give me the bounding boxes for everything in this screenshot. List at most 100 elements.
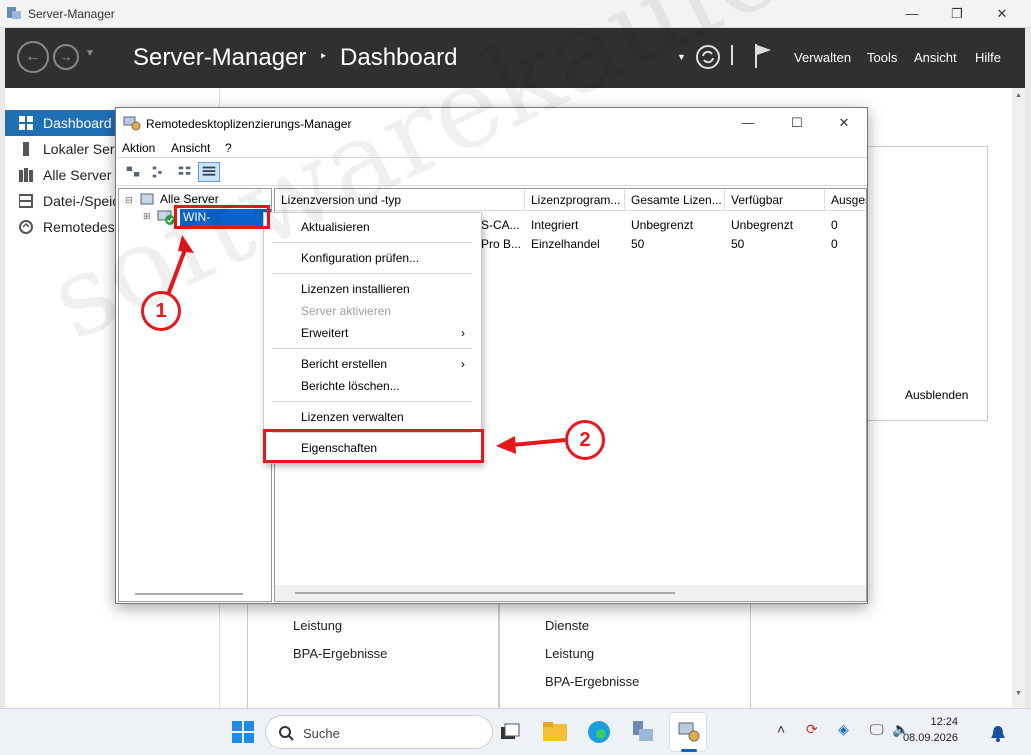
table-cell: Unbegrenzt bbox=[731, 218, 794, 232]
remote-desktop-icon bbox=[19, 220, 33, 234]
refresh-icon[interactable] bbox=[695, 44, 721, 70]
dashboard-icon bbox=[19, 116, 33, 130]
tile-item-bpa[interactable]: BPA-Ergebnisse bbox=[293, 646, 387, 661]
tile-item-leistung[interactable]: Leistung bbox=[545, 646, 594, 661]
highlight-server-box bbox=[174, 205, 270, 229]
list-hscroll-thumb[interactable] bbox=[295, 592, 675, 594]
large-icons-view-icon[interactable] bbox=[122, 162, 144, 182]
tree-hscroll[interactable] bbox=[135, 593, 243, 595]
table-cell: 0 bbox=[831, 218, 838, 232]
table-cell: Integriert bbox=[531, 218, 579, 232]
highlight-eigenschaften-box bbox=[263, 429, 484, 463]
notification-bell-icon[interactable] bbox=[990, 724, 1006, 742]
maximize-button[interactable]: ❐ bbox=[942, 4, 972, 24]
notifications-flag-icon[interactable] bbox=[753, 42, 773, 70]
role-tile-left[interactable]: Leistung BPA-Ergebnisse bbox=[247, 593, 499, 713]
table-cell: Pro B... bbox=[481, 237, 522, 251]
ctx-erweitert[interactable]: Erweitert › bbox=[264, 322, 481, 344]
ctx-server-aktivieren: Server aktivieren bbox=[301, 304, 392, 318]
scroll-down-icon[interactable]: ▼ bbox=[1015, 690, 1022, 697]
menu-hilfe[interactable]: Hilfe bbox=[975, 50, 1001, 65]
search-icon bbox=[279, 726, 294, 741]
history-dropdown-icon[interactable]: ▼ bbox=[85, 48, 95, 59]
forward-button[interactable]: → bbox=[53, 44, 79, 70]
windows-start-icon[interactable] bbox=[228, 717, 258, 747]
server-icon bbox=[23, 142, 29, 156]
licensing-taskbar-icon bbox=[678, 722, 700, 742]
step-2-badge: 2 bbox=[565, 420, 605, 460]
details-view-icon[interactable] bbox=[198, 162, 220, 182]
back-button[interactable]: ← bbox=[17, 41, 49, 73]
ctx-item-label: Bericht erstellen bbox=[301, 357, 388, 371]
ctx-lizenzen-verwalten[interactable]: Lizenzen verwalten bbox=[264, 406, 481, 428]
dialog-maximize-button[interactable]: ☐ bbox=[782, 113, 812, 133]
tile-item-leistung[interactable]: Leistung bbox=[293, 618, 342, 633]
clock-date: 08.09.2026 bbox=[902, 732, 958, 744]
ctx-separator bbox=[272, 273, 472, 274]
licensing-taskbar-button[interactable] bbox=[669, 712, 707, 752]
ctx-bericht-erstellen[interactable]: Bericht erstellen › bbox=[264, 353, 481, 375]
menu-aktion[interactable]: Aktion bbox=[122, 141, 155, 155]
server-manager-header: ← → ▼ Server-Manager ‣ Dashboard ▼ Verwa… bbox=[5, 28, 1025, 88]
dropdown-icon[interactable]: ▼ bbox=[677, 52, 686, 62]
role-tile-right[interactable]: Dienste Leistung BPA-Ergebnisse bbox=[499, 593, 751, 713]
step-1-badge: 1 bbox=[141, 291, 181, 331]
column-header[interactable]: Gesamte Lizen... bbox=[625, 189, 725, 211]
dialog-title: Remotedesktoplizenzierungs-Manager bbox=[146, 117, 352, 131]
ctx-konfiguration-pruefen[interactable]: Konfiguration prüfen... bbox=[264, 247, 481, 269]
tree-root-label[interactable]: Alle Server bbox=[160, 192, 219, 206]
submenu-arrow-icon: › bbox=[461, 357, 465, 371]
server-manager-app-icon bbox=[7, 7, 21, 19]
table-cell: 50 bbox=[631, 237, 645, 251]
breadcrumb: Server-Manager ‣ Dashboard bbox=[133, 44, 457, 72]
minimize-button[interactable]: — bbox=[897, 4, 927, 24]
scroll-up-icon[interactable]: ▲ bbox=[1015, 92, 1022, 99]
tile-item-dienste[interactable]: Dienste bbox=[545, 618, 589, 633]
hide-link[interactable]: Ausblenden bbox=[905, 388, 968, 402]
dialog-menubar: Aktion Ansicht ? bbox=[116, 138, 867, 158]
ctx-berichte-loeschen[interactable]: Berichte löschen... bbox=[264, 375, 481, 397]
menu-help[interactable]: ? bbox=[225, 141, 232, 155]
list-view-icon[interactable] bbox=[174, 162, 196, 182]
header-divider bbox=[731, 45, 733, 65]
server-manager-taskbar-icon[interactable] bbox=[628, 717, 658, 747]
ctx-lizenzen-installieren[interactable]: Lizenzen installieren bbox=[264, 278, 481, 300]
column-header[interactable]: Ausges bbox=[825, 189, 866, 211]
menu-ansicht[interactable]: Ansicht bbox=[914, 50, 957, 65]
network-icon[interactable]: 🖵 bbox=[870, 721, 884, 738]
edge-browser-icon[interactable] bbox=[584, 717, 614, 747]
column-header[interactable]: Lizenzversion und -typ bbox=[275, 189, 525, 211]
ctx-aktualisieren[interactable]: Aktualisieren bbox=[264, 216, 481, 238]
menu-ansicht[interactable]: Ansicht bbox=[171, 141, 210, 155]
ctx-separator bbox=[272, 401, 472, 402]
task-view-icon[interactable] bbox=[495, 717, 525, 747]
close-button[interactable]: ✕ bbox=[987, 4, 1017, 24]
ctx-separator bbox=[272, 348, 472, 349]
tray-overflow-icon[interactable]: ˄ bbox=[777, 721, 785, 737]
column-header[interactable]: Lizenzprogram... bbox=[525, 189, 625, 211]
menu-tools[interactable]: Tools bbox=[867, 50, 897, 65]
taskbar: Suche ˄ ⟳ ◈ 🖵 🔈 12:24 08.09.2026 bbox=[0, 708, 1031, 755]
clock-time: 12:24 bbox=[930, 716, 958, 728]
server-tree: ⊟ Alle Server ⊞ WIN-L06BTHI64 bbox=[118, 188, 272, 602]
vertical-scrollbar[interactable]: ▲ ▼ bbox=[1012, 88, 1025, 708]
breadcrumb-app: Server-Manager bbox=[133, 44, 307, 71]
tree-collapse-icon[interactable]: ⊟ bbox=[125, 195, 133, 206]
dialog-minimize-button[interactable]: — bbox=[733, 113, 763, 133]
licensing-manager-titlebar: Remotedesktoplizenzierungs-Manager — ☐ ✕ bbox=[116, 108, 867, 138]
defender-icon[interactable]: ◈ bbox=[838, 721, 849, 738]
dialog-close-button[interactable]: ✕ bbox=[829, 113, 859, 133]
taskbar-search[interactable]: Suche bbox=[265, 715, 493, 749]
licensing-app-icon bbox=[123, 116, 141, 131]
clock[interactable]: 12:24 08.09.2026 bbox=[903, 714, 958, 746]
small-icons-view-icon[interactable] bbox=[148, 162, 170, 182]
sync-icon[interactable]: ⟳ bbox=[806, 721, 818, 738]
file-explorer-icon[interactable] bbox=[540, 717, 570, 747]
tree-expand-icon[interactable]: ⊞ bbox=[143, 211, 151, 222]
column-header[interactable]: Verfügbar bbox=[725, 189, 825, 211]
tile-item-bpa[interactable]: BPA-Ergebnisse bbox=[545, 674, 639, 689]
welcome-tile: Ausblenden bbox=[860, 146, 988, 421]
ctx-item-label: Erweitert bbox=[301, 326, 349, 340]
list-hscroll[interactable] bbox=[275, 585, 866, 601]
menu-verwalten[interactable]: Verwalten bbox=[794, 50, 851, 65]
